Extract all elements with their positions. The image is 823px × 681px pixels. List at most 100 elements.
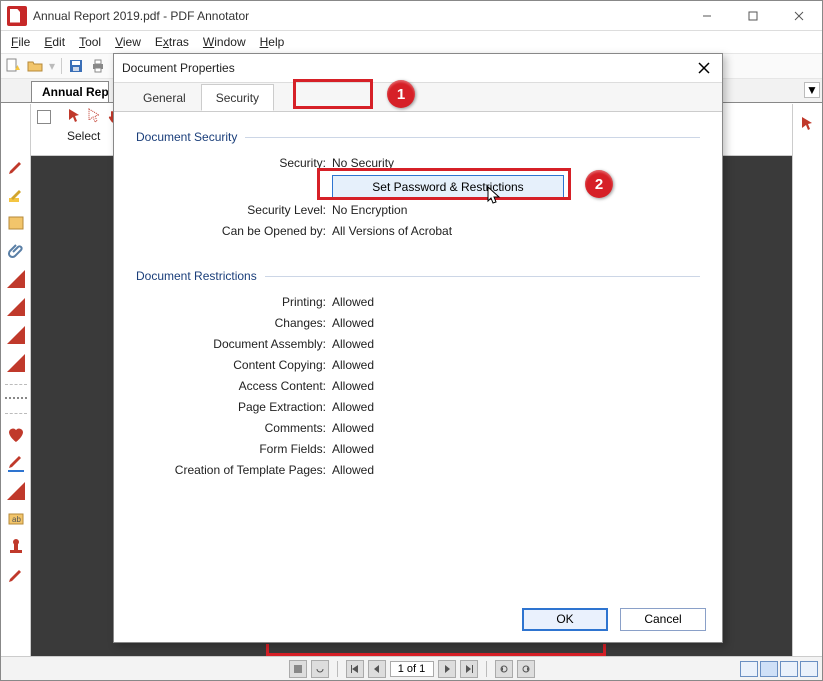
restriction-row: Comments:Allowed <box>136 419 700 437</box>
view-two-continuous-button[interactable] <box>800 661 818 677</box>
dialog-close-button[interactable] <box>694 58 714 78</box>
dialog-titlebar: Document Properties <box>114 54 722 82</box>
restriction-row: Content Copying:Allowed <box>136 356 700 374</box>
open-folder-icon[interactable] <box>27 58 43 74</box>
next-page-button[interactable] <box>438 660 456 678</box>
prev-page-button[interactable] <box>368 660 386 678</box>
security-label: Security: <box>136 154 332 172</box>
security-level-value: No Encryption <box>332 201 700 219</box>
set-password-button[interactable]: Set Password & Restrictions <box>332 175 564 198</box>
restriction-row: Page Extraction:Allowed <box>136 398 700 416</box>
restriction-value: Allowed <box>332 377 700 395</box>
view-two-page-button[interactable] <box>780 661 798 677</box>
view-mode-toggles <box>740 661 818 677</box>
palette-left-triangle-icon[interactable] <box>7 270 25 288</box>
menu-help[interactable]: Help <box>254 33 291 51</box>
security-value: No Security <box>332 154 700 172</box>
mouse-cursor-icon <box>487 186 501 204</box>
window-minimize-button[interactable] <box>684 1 730 31</box>
callout-badge-1: 1 <box>387 80 415 108</box>
restriction-value: Allowed <box>332 356 700 374</box>
restriction-row: Document Assembly:Allowed <box>136 335 700 353</box>
pen-blue-underline-icon[interactable] <box>7 454 25 472</box>
right-tool-palette <box>792 104 822 656</box>
opened-by-value: All Versions of Acrobat <box>332 222 700 240</box>
window-titlebar: Annual Report 2019.pdf - PDF Annotator <box>1 1 822 31</box>
palette-left-triangle-icon[interactable] <box>7 298 25 316</box>
restriction-label: Comments: <box>136 419 332 437</box>
note-icon[interactable] <box>7 214 25 232</box>
menu-view[interactable]: View <box>109 33 147 51</box>
first-page-button[interactable] <box>346 660 364 678</box>
palette-left-triangle-icon[interactable] <box>7 354 25 372</box>
menu-extras[interactable]: Extras <box>149 33 195 51</box>
menubar: File Edit Tool View Extras Window Help <box>1 31 822 53</box>
tab-general[interactable]: General <box>128 84 201 111</box>
pen-red-icon[interactable] <box>7 158 25 176</box>
text-tool-icon[interactable]: ab <box>7 510 25 528</box>
dialog-tab-strip: General Security <box>114 82 722 112</box>
print-icon[interactable] <box>90 58 106 74</box>
page-number-input[interactable] <box>390 661 434 677</box>
restriction-label: Form Fields: <box>136 440 332 458</box>
restriction-row: Access Content:Allowed <box>136 377 700 395</box>
dialog-title-text: Document Properties <box>122 61 235 75</box>
restriction-value: Allowed <box>332 440 700 458</box>
stamp-icon[interactable] <box>7 538 25 556</box>
group-document-restrictions: Document Restrictions <box>136 269 700 283</box>
document-properties-dialog: Document Properties General Security Doc… <box>113 53 723 643</box>
menu-file[interactable]: File <box>5 33 36 51</box>
ribbon-checkbox[interactable] <box>37 110 51 124</box>
last-page-button[interactable] <box>460 660 478 678</box>
palette-left-triangle-icon[interactable] <box>7 482 25 500</box>
dialog-body: Document Security Security: No Security … <box>114 112 722 602</box>
restriction-value: Allowed <box>332 293 700 311</box>
nav-thumbnail-icon[interactable] <box>289 660 307 678</box>
window-maximize-button[interactable] <box>730 1 776 31</box>
new-doc-icon[interactable] <box>5 58 21 74</box>
restriction-label: Content Copying: <box>136 356 332 374</box>
security-level-label: Security Level: <box>136 201 332 219</box>
nav-rotate-icon[interactable] <box>311 660 329 678</box>
restriction-row: Printing:Allowed <box>136 293 700 311</box>
group-label-security: Document Security <box>136 130 237 144</box>
attachment-icon[interactable] <box>7 242 25 260</box>
restriction-value: Allowed <box>332 314 700 332</box>
menu-tool[interactable]: Tool <box>73 33 107 51</box>
restriction-label: Document Assembly: <box>136 335 332 353</box>
pointer-icon[interactable] <box>67 108 83 127</box>
history-forward-button[interactable] <box>517 660 535 678</box>
restriction-label: Creation of Template Pages: <box>136 461 332 479</box>
restriction-value: Allowed <box>332 398 700 416</box>
menu-window[interactable]: Window <box>197 33 252 51</box>
opened-by-label: Can be Opened by: <box>136 222 332 240</box>
group-document-security: Document Security <box>136 130 700 144</box>
restriction-row: Changes:Allowed <box>136 314 700 332</box>
tab-dropdown-button[interactable]: ▼ <box>804 82 820 98</box>
lasso-icon[interactable] <box>87 108 103 127</box>
page-navigator <box>289 660 535 678</box>
tab-security[interactable]: Security <box>201 84 274 111</box>
view-continuous-button[interactable] <box>760 661 778 677</box>
group-label-restrictions: Document Restrictions <box>136 269 257 283</box>
pen-red-2-icon[interactable] <box>7 566 25 584</box>
callout-badge-2: 2 <box>585 170 613 198</box>
restriction-label: Page Extraction: <box>136 398 332 416</box>
restriction-label: Printing: <box>136 293 332 311</box>
restriction-row: Creation of Template Pages:Allowed <box>136 461 700 479</box>
palette-left-triangle-icon[interactable] <box>7 326 25 344</box>
cancel-button[interactable]: Cancel <box>620 608 706 631</box>
view-single-button[interactable] <box>740 661 758 677</box>
menu-edit[interactable]: Edit <box>38 33 71 51</box>
document-tab[interactable]: Annual Repor <box>31 81 109 102</box>
ok-button[interactable]: OK <box>522 608 608 631</box>
svg-text:ab: ab <box>12 515 21 524</box>
heart-icon[interactable] <box>7 426 25 444</box>
save-icon[interactable] <box>68 58 84 74</box>
restriction-value: Allowed <box>332 461 700 479</box>
pointer-red-icon[interactable] <box>800 116 816 135</box>
window-close-button[interactable] <box>776 1 822 31</box>
restriction-label: Changes: <box>136 314 332 332</box>
history-back-button[interactable] <box>495 660 513 678</box>
highlighter-icon[interactable] <box>7 186 25 204</box>
